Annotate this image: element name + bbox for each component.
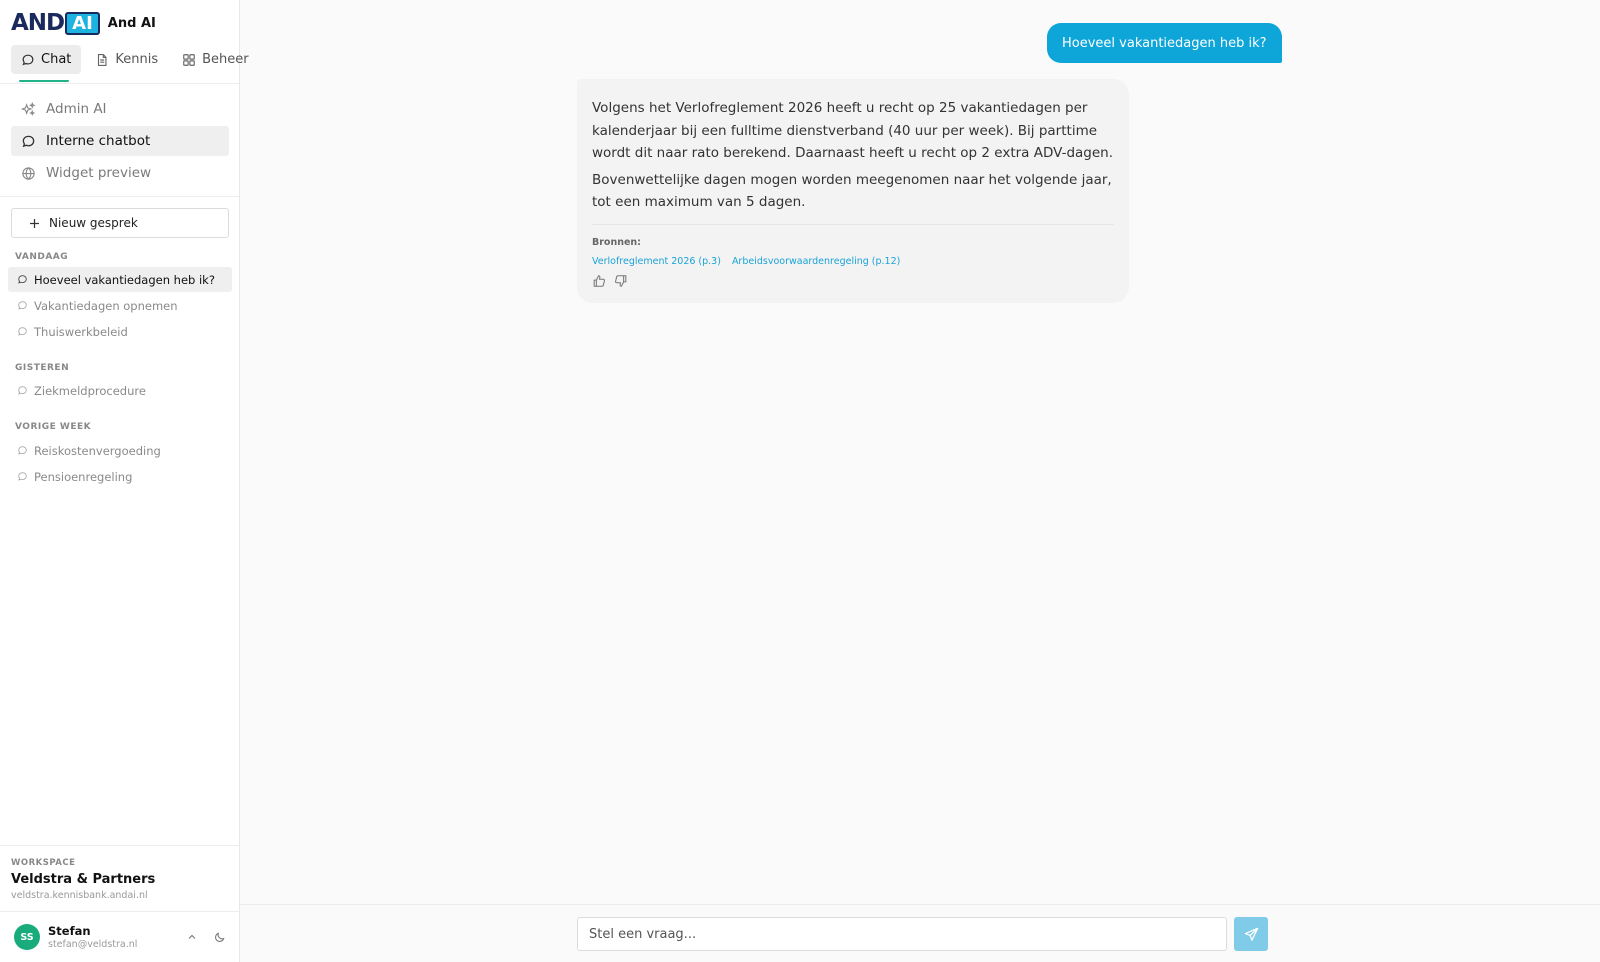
active-tab-indicator bbox=[19, 80, 69, 82]
sparkle-icon bbox=[21, 101, 36, 116]
chat-bubble-icon bbox=[18, 301, 27, 310]
conversation-item[interactable]: Ziekmeldprocedure bbox=[8, 378, 232, 403]
thumbs-up-icon[interactable] bbox=[592, 274, 606, 288]
user-info: Stefan stefan@veldstra.nl bbox=[48, 924, 174, 950]
assistant-paragraph: Volgens het Verlofreglement 2026 heeft u… bbox=[592, 100, 1114, 161]
sources-list: Verlofreglement 2026 (p.3) Arbeidsvoorwa… bbox=[592, 256, 1114, 267]
source-link[interactable]: Verlofreglement 2026 (p.3) bbox=[592, 256, 721, 267]
moon-icon bbox=[215, 932, 225, 942]
grid-icon bbox=[183, 53, 195, 66]
user-message: Hoeveel vakantiedagen heb ik? bbox=[1047, 23, 1282, 63]
conversation-item[interactable]: Reiskostenvergoeding bbox=[8, 438, 232, 463]
divider bbox=[0, 196, 240, 197]
tab-beheer[interactable]: Beheer bbox=[172, 45, 259, 74]
workspace-info: WORKSPACE Veldstra & Partners veldstra.k… bbox=[11, 858, 155, 901]
divider bbox=[592, 223, 1114, 225]
mode-label: Interne chatbot bbox=[46, 133, 151, 149]
source-link[interactable]: Arbeidsvoorwaardenregeling (p.12) bbox=[732, 256, 900, 267]
send-button[interactable] bbox=[1234, 917, 1268, 951]
assistant-paragraph: Bovenwettelijke dagen mogen worden meege… bbox=[592, 171, 1112, 211]
chat-bubble-icon bbox=[18, 446, 27, 455]
mode-list: Admin AI Interne chatbot Widget preview bbox=[11, 94, 229, 190]
logo-ai-badge: AI bbox=[65, 11, 100, 35]
thumbs-down-icon[interactable] bbox=[614, 274, 628, 288]
globe-icon bbox=[22, 166, 35, 180]
divider bbox=[0, 845, 240, 846]
workspace-domain: veldstra.kennisbank.andai.nl bbox=[11, 890, 148, 901]
chat-bubble-icon bbox=[18, 327, 27, 336]
conversation-item[interactable]: Vakantiedagen opnemen bbox=[8, 293, 232, 318]
history-group-label: GISTEREN bbox=[15, 363, 70, 373]
brand: AND AI And AI bbox=[11, 11, 156, 35]
tab-label: Chat bbox=[41, 52, 72, 67]
conversation-title: Thuiswerkbeleid bbox=[34, 324, 128, 339]
document-icon bbox=[98, 53, 107, 66]
user-profile: SS Stefan stefan@veldstra.nl bbox=[14, 922, 230, 952]
user-email: stefan@veldstra.nl bbox=[48, 939, 138, 950]
composer: Stel een vraag... bbox=[240, 904, 1600, 962]
user-name: Stefan bbox=[48, 924, 91, 938]
user-menu-toggle[interactable] bbox=[182, 927, 202, 947]
conversation-title: Reiskostenvergoeding bbox=[34, 443, 161, 458]
logo-and-text: AND bbox=[11, 10, 65, 36]
tab-label: Kennis bbox=[115, 52, 159, 67]
chat-bubble-icon bbox=[18, 472, 27, 481]
new-conversation-button[interactable]: Nieuw gesprek bbox=[11, 208, 229, 238]
nav-tabs: Chat Kennis Beheer bbox=[11, 45, 259, 74]
tab-label: Beheer bbox=[202, 52, 249, 67]
sources-label: Bronnen: bbox=[592, 236, 641, 248]
mode-label: Widget preview bbox=[46, 165, 152, 181]
conversation-item[interactable]: Pensioenregeling bbox=[8, 464, 232, 489]
workspace-label: WORKSPACE bbox=[11, 858, 76, 868]
conversation-title: Vakantiedagen opnemen bbox=[34, 298, 178, 313]
conversation-item[interactable]: Hoeveel vakantiedagen heb ik? bbox=[8, 267, 232, 292]
avatar: SS bbox=[14, 924, 40, 950]
divider bbox=[0, 911, 240, 912]
chevron-up-icon bbox=[188, 934, 196, 939]
tab-chat[interactable]: Chat bbox=[11, 45, 82, 74]
app-name: And AI bbox=[107, 15, 156, 31]
conversation-title: Pensioenregeling bbox=[34, 469, 133, 484]
sidebar: AND AI And AI Chat Kennis Beheer Admin A… bbox=[0, 0, 249, 962]
tab-kennis[interactable]: Kennis bbox=[85, 45, 168, 74]
feedback-buttons bbox=[592, 274, 1114, 288]
conversation-title: Ziekmeldprocedure bbox=[34, 383, 146, 398]
mode-widget-preview[interactable]: Widget preview bbox=[11, 158, 229, 188]
conversation-title: Hoeveel vakantiedagen heb ik? bbox=[34, 272, 215, 287]
history-group-label: VORIGE WEEK bbox=[15, 422, 92, 432]
theme-toggle-button[interactable] bbox=[210, 927, 230, 947]
conversation-item[interactable]: Thuiswerkbeleid bbox=[8, 319, 232, 344]
history-group-label: VANDAAG bbox=[15, 252, 69, 262]
plus-icon bbox=[30, 218, 39, 228]
chat-bubble-icon bbox=[18, 386, 27, 395]
mode-interne-chatbot[interactable]: Interne chatbot bbox=[11, 126, 229, 156]
message-input[interactable]: Stel een vraag... bbox=[577, 917, 1227, 951]
send-icon bbox=[1244, 927, 1258, 941]
logo: AND AI bbox=[11, 11, 100, 35]
assistant-message: Volgens het Verlofreglement 2026 heeft u… bbox=[577, 79, 1129, 303]
mode-admin-ai[interactable]: Admin AI bbox=[11, 94, 229, 124]
divider bbox=[0, 83, 240, 84]
mode-label: Admin AI bbox=[46, 101, 107, 117]
chat-bubble-icon bbox=[22, 135, 35, 147]
new-conversation-label: Nieuw gesprek bbox=[49, 216, 138, 230]
chat-bubble-icon bbox=[18, 275, 27, 284]
chat-bubble-icon bbox=[22, 54, 34, 65]
workspace-name: Veldstra & Partners bbox=[11, 872, 156, 887]
